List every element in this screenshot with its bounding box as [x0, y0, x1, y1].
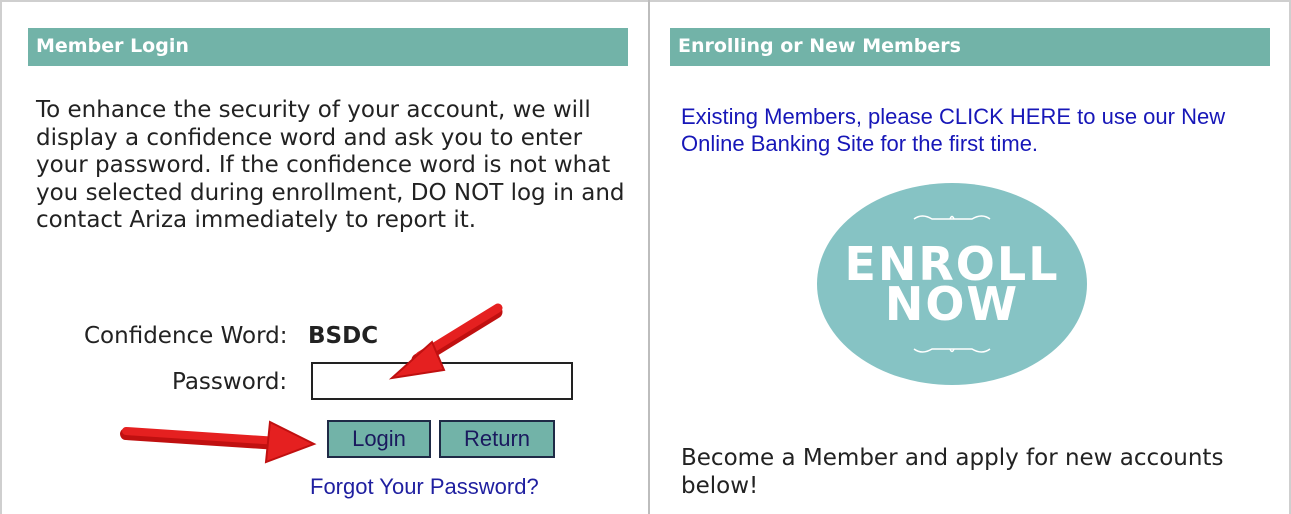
flourish-icon	[913, 348, 991, 353]
forgot-password-link[interactable]: Forgot Your Password?	[310, 474, 539, 500]
existing-members-link[interactable]: Existing Members, please CLICK HERE to u…	[681, 103, 1271, 157]
confidence-word-label: Confidence Word:	[84, 323, 288, 349]
confidence-word-value: BSDC	[308, 323, 379, 349]
red-arrow-icon	[120, 420, 317, 464]
enroll-now-button[interactable]: ENROLL NOW	[817, 183, 1087, 385]
member-login-header: Member Login	[28, 28, 628, 66]
security-intro-text: To enhance the security of your account,…	[36, 97, 625, 233]
password-label: Password:	[172, 369, 288, 395]
red-arrow-icon	[388, 303, 503, 380]
frame-top-border	[0, 0, 1291, 8]
login-button[interactable]: Login	[327, 420, 431, 458]
enroll-line-2: NOW	[884, 277, 1020, 331]
become-member-text: Become a Member and apply for new accoun…	[681, 445, 1224, 499]
enrolling-header: Enrolling or New Members	[670, 28, 1270, 66]
return-button[interactable]: Return	[439, 420, 555, 458]
frame-left-border	[0, 0, 2, 514]
flourish-icon	[913, 215, 991, 220]
panel-divider	[648, 0, 650, 514]
